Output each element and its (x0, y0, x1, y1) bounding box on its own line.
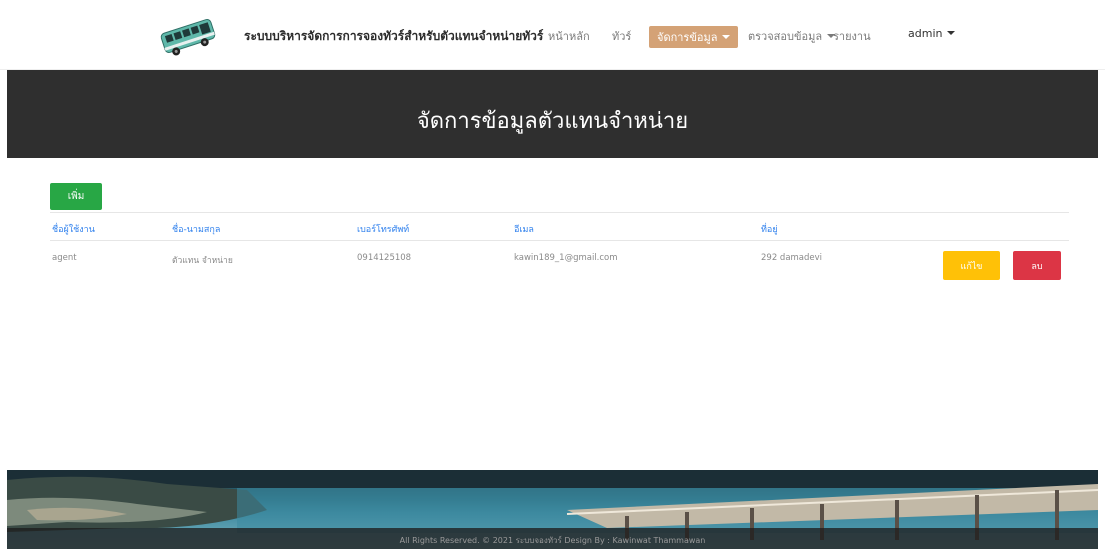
chevron-down-icon (947, 31, 956, 35)
add-button[interactable]: เพิ่ม (50, 183, 102, 210)
nav-check-label: ตรวจสอบข้อมูล (748, 30, 823, 43)
table-divider (50, 240, 1069, 241)
edit-button[interactable]: แก้ไข (943, 251, 1000, 280)
table-divider (50, 212, 1069, 213)
cell-phone: 0914125108 (357, 253, 412, 263)
nav-report[interactable]: รายงาน (833, 27, 871, 45)
page-title: จัดการข้อมูลตัวแทนจำหน่าย (416, 109, 689, 134)
nav-user-label: admin (908, 27, 943, 40)
column-header-phone: เบอร์โทรศัพท์ (357, 225, 410, 235)
cell-email: kawin189_1@gmail.com (514, 253, 618, 263)
cell-username: agent (52, 253, 77, 263)
footer-copyright: All Rights Reserved. © 2021 ระบบจองทัวร์… (399, 536, 706, 545)
footer: All Rights Reserved. © 2021 ระบบจองทัวร์… (7, 470, 1098, 549)
nav-tour[interactable]: ทัวร์ (612, 27, 631, 45)
column-header-fullname: ชื่อ-นามสกุล (172, 225, 221, 235)
nav-user-dropdown[interactable]: admin (908, 27, 956, 40)
nav-home[interactable]: หน้าหลัก (548, 27, 590, 45)
column-header-email: อีเมล (514, 225, 534, 235)
delete-button[interactable]: ลบ (1013, 251, 1061, 280)
page-header-banner: จัดการข้อมูลตัวแทนจำหน่าย (7, 70, 1098, 158)
nav-check-dropdown[interactable]: ตรวจสอบข้อมูล (748, 27, 836, 45)
brand-title[interactable]: ระบบบริหารจัดการการจองทัวร์สำหรับตัวแทนจ… (244, 27, 543, 46)
top-navbar: ระบบบริหารจัดการการจองทัวร์สำหรับตัวแทนจ… (0, 0, 1105, 70)
bus-logo-icon[interactable] (158, 12, 218, 60)
cell-fullname: ตัวแทน จำหน่าย (172, 256, 233, 266)
chevron-down-icon (722, 35, 731, 39)
column-header-address: ที่อยู่ (761, 225, 778, 235)
cell-address: 292 damadevi (761, 253, 823, 263)
nav-manage-dropdown[interactable]: จัดการข้อมูล (649, 26, 739, 48)
column-header-username: ชื่อผู้ใช้งาน (52, 225, 95, 235)
nav-manage-label: จัดการข้อมูล (657, 31, 718, 44)
